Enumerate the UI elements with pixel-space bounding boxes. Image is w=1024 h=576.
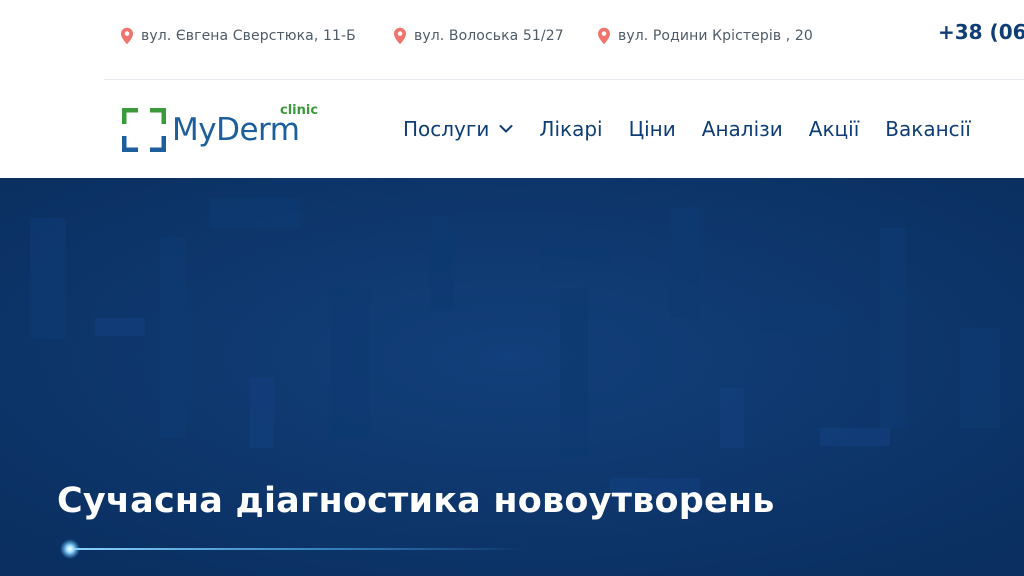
address-3[interactable]: вул. Родини Крістерів , 20 [597,26,813,46]
address-text: вул. Родини Крістерів , 20 [618,28,813,44]
logo-mark-icon [122,108,166,152]
nav-item-label: Ціни [628,117,676,141]
main-nav: Послуги Лікарі Ціни Аналізи Акції Ваканс… [403,114,997,144]
address-text: вул. Євгена Сверстюка, 11-Б [141,28,356,44]
address-2[interactable]: вул. Волоська 51/27 [393,26,564,46]
nav-item-prices[interactable]: Ціни [629,117,676,141]
nav-item-label: Вакансії [885,117,971,141]
nav-item-analyses[interactable]: Аналізи [702,117,783,141]
nav-item-promotions[interactable]: Акції [809,117,860,141]
nav-item-label: Послуги [403,117,490,141]
nav-item-label: Акції [808,117,860,141]
nav-item-doctors[interactable]: Лікарі [539,117,602,141]
address-text: вул. Волоська 51/27 [414,28,564,44]
location-pin-icon [598,27,610,45]
phone-link[interactable]: +38 (067 [938,20,1024,44]
top-bar: вул. Євгена Сверстюка, 11-Б вул. Волоськ… [0,0,1024,80]
hero-title: Сучасна діагностика новоутворень [57,481,775,522]
nav-item-label: Лікарі [539,117,603,141]
nav-item-label: Аналізи [701,117,783,141]
hero-accent-line [60,539,526,559]
location-pin-icon [394,27,406,45]
chevron-down-icon [499,125,513,133]
address-1[interactable]: вул. Євгена Сверстюка, 11-Б [120,26,356,46]
hero-banner: Сучасна діагностика новоутворень [0,178,1024,576]
nav-item-vacancies[interactable]: Вакансії [885,117,971,141]
logo[interactable]: MyDerm clinic [122,103,332,154]
location-pin-icon [121,27,133,45]
logo-tagline: clinic [280,103,319,118]
main-header: MyDerm clinic Послуги Лікарі Ціни Аналіз… [0,80,1024,178]
nav-item-services[interactable]: Послуги [403,117,513,141]
